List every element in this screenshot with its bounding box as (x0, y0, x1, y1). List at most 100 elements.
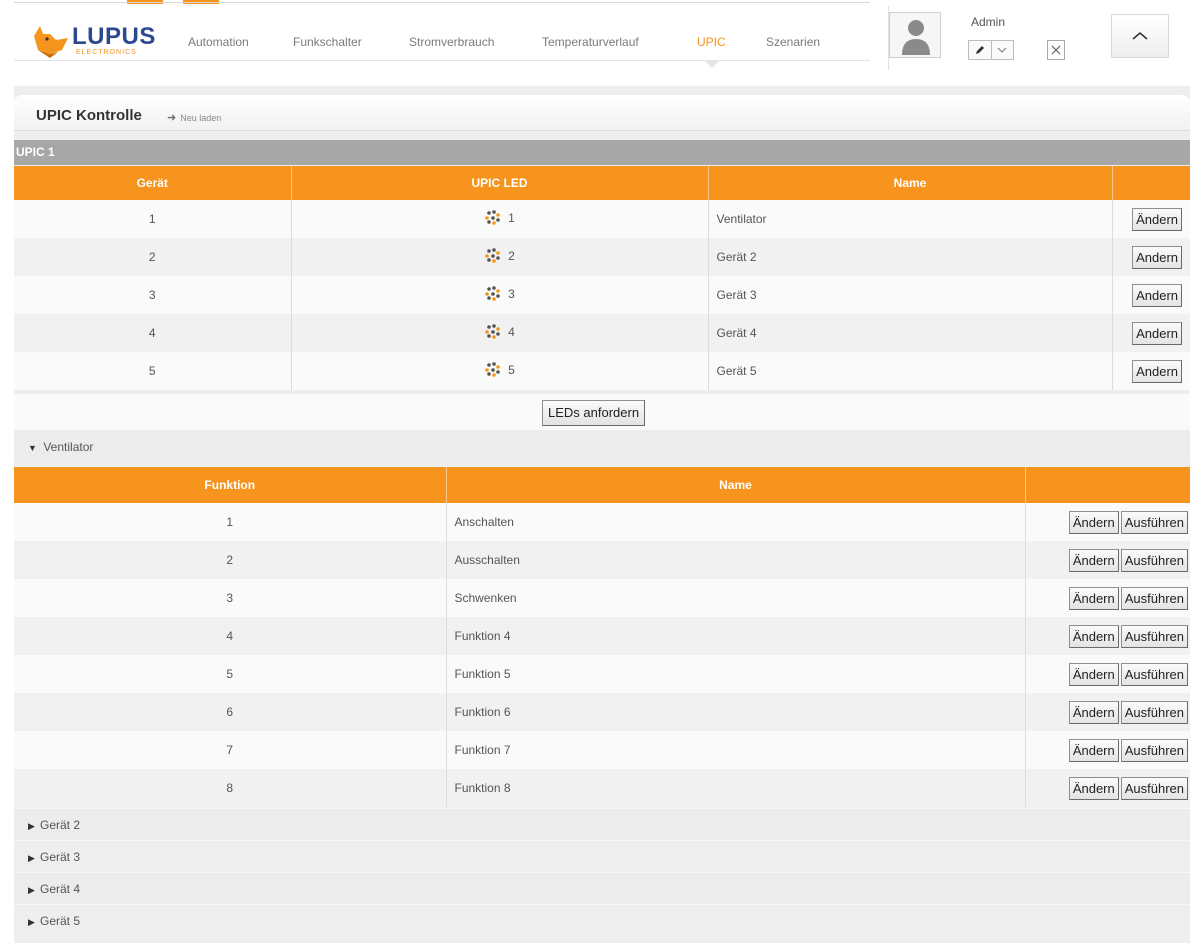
actions-cell: Ändern Ausführen (1024, 617, 1190, 655)
run-button[interactable]: Ausführen (1120, 586, 1188, 610)
led-cell: 5 (290, 352, 709, 390)
run-button[interactable]: Ausführen (1120, 624, 1188, 648)
upic-section-title: UPIC 1 (14, 140, 1190, 165)
user-name: Admin (971, 15, 1006, 29)
pencil-icon[interactable] (969, 41, 991, 59)
actions-cell: Ändern Ausführen (1024, 769, 1190, 807)
user-avatar-icon[interactable] (889, 12, 941, 58)
request-leds-button[interactable]: LEDs anfordern (542, 400, 646, 426)
function-name: Schwenken (445, 579, 1026, 617)
top-navigation: LUPUS ELECTRONICS Automation Funkschalte… (0, 0, 1193, 86)
edit-button[interactable]: Andern (1132, 359, 1182, 383)
main-content: UPIC Kontrolle ➜ Neu laden UPIC 1 Gerät … (14, 86, 1190, 943)
actions-cell: Ändern Ausführen (1024, 503, 1190, 541)
function-number: 7 (14, 731, 447, 769)
table-row: 8 Funktion 8 Ändern Ausführen (14, 769, 1190, 807)
device-function-table: Funktion Name 1 Anschalten Ändern Ausführen… (14, 467, 1190, 807)
edit-button[interactable]: Ändern (1068, 662, 1119, 686)
function-number: 2 (14, 541, 447, 579)
actions-cell: Andern (1111, 276, 1190, 314)
run-button[interactable]: Ausführen (1120, 738, 1188, 762)
collapse-header-button[interactable] (1111, 14, 1169, 58)
nav-funkschalter[interactable]: Funkschalter (293, 35, 362, 49)
run-button[interactable]: Ausführen (1120, 700, 1188, 724)
nav-upic[interactable]: UPIC (697, 35, 726, 49)
edit-button[interactable]: Andern (1132, 283, 1182, 307)
edit-button[interactable]: Andern (1132, 245, 1182, 269)
edit-button[interactable]: Ändern (1068, 624, 1119, 648)
triangle-right-icon: ▶ (28, 853, 35, 863)
edit-button[interactable]: Ändern (1068, 510, 1119, 534)
function-name: Anschalten (445, 503, 1026, 541)
logo-subtext: ELECTRONICS (76, 49, 137, 56)
nav-automation[interactable]: Automation (188, 35, 249, 49)
led-pattern-icon (485, 247, 500, 263)
function-name: Funktion 4 (445, 617, 1026, 655)
device-group-expanded[interactable]: ▼ Ventilator (14, 431, 1190, 463)
panel-header: UPIC Kontrolle ➜ Neu laden (14, 95, 1190, 131)
run-button[interactable]: Ausführen (1120, 662, 1188, 686)
logo-text: LUPUS (72, 23, 156, 50)
chevron-down-icon[interactable] (990, 41, 1014, 59)
led-pattern-icon (485, 361, 500, 377)
nav-divider (14, 60, 870, 61)
lupus-logo[interactable]: LUPUS ELECTRONICS (28, 20, 166, 64)
reload-label: Neu laden (180, 112, 222, 123)
led-cell: 1 (290, 200, 709, 238)
led-cell: 2 (290, 238, 709, 276)
table-row: 3 3 Gerät 3 Andern (14, 276, 1190, 314)
led-number: 1 (508, 210, 515, 225)
function-number: 5 (14, 655, 447, 693)
user-menu[interactable] (968, 40, 1014, 60)
actions-cell: Ändern Ausführen (1024, 655, 1190, 693)
page-title: UPIC Kontrolle (36, 107, 142, 124)
function-number: 6 (14, 693, 447, 731)
close-icon[interactable] (1047, 40, 1065, 60)
led-indicator: 5 (484, 361, 515, 379)
active-nav-pointer (705, 61, 719, 68)
triangle-down-icon: ▼ (28, 443, 37, 453)
led-indicator: 4 (484, 323, 515, 341)
reload-link[interactable]: ➜ Neu laden (167, 111, 221, 124)
device-number: 3 (14, 276, 292, 314)
actions-cell: Ändern Ausführen (1024, 693, 1190, 731)
edit-button[interactable]: Ändern (1068, 776, 1119, 800)
led-cell: 4 (290, 314, 709, 352)
top-divider (14, 2, 870, 3)
run-button[interactable]: Ausführen (1120, 776, 1188, 800)
actions-cell: Andern (1111, 352, 1190, 390)
edit-button[interactable]: Ändern (1068, 586, 1119, 610)
column-header-name: Name (445, 467, 1026, 503)
device-group-collapsed[interactable]: ▶ Gerät 3 (14, 840, 1190, 872)
led-indicator: 3 (484, 285, 515, 303)
led-number: 5 (508, 362, 515, 377)
led-pattern-icon (485, 285, 500, 301)
nav-szenarien[interactable]: Szenarien (766, 35, 820, 49)
edit-button[interactable]: Ändern (1068, 738, 1119, 762)
run-button[interactable]: Ausführen (1120, 548, 1188, 572)
device-group-collapsed[interactable]: ▶ Gerät 4 (14, 872, 1190, 904)
edit-button[interactable]: Ändern (1068, 700, 1119, 724)
device-group-collapsed[interactable]: ▶ Gerät 2 (14, 808, 1190, 840)
led-number: 4 (508, 324, 515, 339)
chevron-up-icon (1132, 31, 1148, 40)
column-header-function: Funktion (14, 467, 447, 503)
edit-button[interactable]: Andern (1132, 321, 1182, 345)
run-button[interactable]: Ausführen (1120, 510, 1188, 534)
device-number: 1 (14, 200, 292, 238)
function-name: Funktion 7 (445, 731, 1026, 769)
device-name: Gerät 4 (707, 314, 1113, 352)
actions-cell: Andern (1111, 238, 1190, 276)
led-number: 2 (508, 248, 515, 263)
function-number: 3 (14, 579, 447, 617)
device-group-title: Gerät 4 (40, 882, 81, 896)
actions-cell: Ändern Ausführen (1024, 541, 1190, 579)
table-row: 5 5 Gerät 5 Andern (14, 352, 1190, 390)
nav-stromverbrauch[interactable]: Stromverbrauch (409, 35, 494, 49)
nav-temperaturverlauf[interactable]: Temperaturverlauf (542, 35, 639, 49)
edit-button[interactable]: Ändern (1132, 207, 1182, 231)
device-group-collapsed[interactable]: ▶ Gerät 5 (14, 904, 1190, 936)
function-name: Funktion 8 (445, 769, 1026, 807)
edit-button[interactable]: Ändern (1068, 548, 1119, 572)
function-name: Funktion 5 (445, 655, 1026, 693)
